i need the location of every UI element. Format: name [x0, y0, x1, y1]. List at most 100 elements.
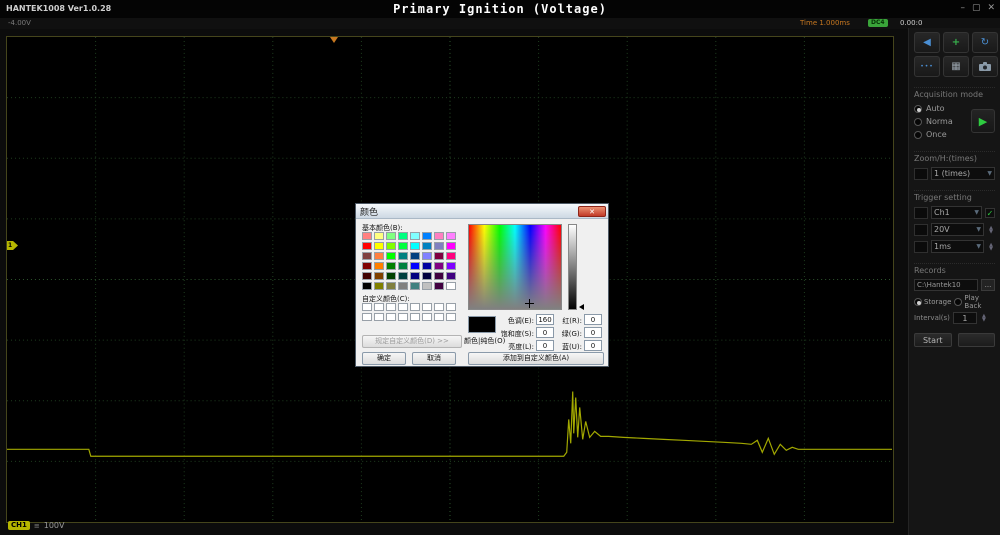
custom-color-swatch[interactable] [362, 313, 372, 321]
custom-color-swatch[interactable] [446, 303, 456, 311]
voltage-range-select[interactable]: 20V ▼ [931, 223, 984, 236]
acq-normal-radio[interactable]: Norma [914, 115, 971, 128]
green-input[interactable]: 0 [584, 327, 602, 338]
custom-color-swatch[interactable] [422, 303, 432, 311]
basic-color-swatch[interactable] [410, 262, 420, 270]
trigger-voltage-mini[interactable] [914, 224, 928, 236]
record-path-input[interactable]: C:\Hantek10 [914, 279, 978, 291]
voltage-spinner[interactable]: ▲▼ [987, 226, 995, 234]
basic-color-swatch[interactable] [410, 232, 420, 240]
ok-button[interactable]: 确定 [362, 352, 406, 365]
refresh-button[interactable]: ↻ [972, 32, 998, 53]
blue-input[interactable]: 0 [584, 340, 602, 351]
basic-color-swatch[interactable] [362, 232, 372, 240]
red-input[interactable]: 0 [584, 314, 602, 325]
screenshot-button[interactable] [972, 56, 998, 77]
basic-color-swatch[interactable] [386, 232, 396, 240]
luminance-slider[interactable] [568, 224, 577, 310]
basic-color-swatch[interactable] [410, 282, 420, 290]
zoom-select[interactable]: 1 (times) ▼ [931, 167, 995, 180]
basic-color-swatch[interactable] [446, 252, 456, 260]
add-custom-color-button[interactable]: 添加到自定义颜色(A) [468, 352, 604, 365]
custom-color-swatch[interactable] [446, 313, 456, 321]
basic-color-swatch[interactable] [386, 262, 396, 270]
dialog-close-button[interactable]: ✕ [578, 206, 606, 217]
basic-color-swatch[interactable] [422, 282, 432, 290]
basic-color-swatch[interactable] [374, 282, 384, 290]
basic-color-swatch[interactable] [362, 282, 372, 290]
basic-color-swatch[interactable] [386, 242, 396, 250]
record-secondary-button[interactable] [958, 333, 996, 347]
basic-color-swatch[interactable] [410, 242, 420, 250]
hue-saturation-field[interactable] [468, 224, 562, 310]
custom-color-swatch[interactable] [362, 303, 372, 311]
basic-color-swatch[interactable] [398, 252, 408, 260]
color-crosshair[interactable] [525, 299, 534, 308]
storage-radio[interactable]: Storage [914, 295, 951, 308]
basic-color-swatch[interactable] [434, 232, 444, 240]
basic-color-swatch[interactable] [398, 282, 408, 290]
custom-color-swatch[interactable] [434, 303, 444, 311]
basic-color-swatch[interactable] [362, 272, 372, 280]
custom-color-swatch[interactable] [422, 313, 432, 321]
custom-color-swatch[interactable] [398, 313, 408, 321]
basic-color-swatch[interactable] [374, 262, 384, 270]
basic-color-swatch[interactable] [410, 272, 420, 280]
run-acquisition-button[interactable]: ▶ [971, 109, 995, 133]
basic-color-swatch[interactable] [434, 272, 444, 280]
basic-color-swatch[interactable] [386, 272, 396, 280]
custom-color-swatch[interactable] [434, 313, 444, 321]
interval-input[interactable]: 1 [953, 312, 977, 324]
hue-input[interactable]: 160 [536, 314, 554, 325]
luminance-arrow[interactable] [579, 304, 584, 310]
basic-color-swatch[interactable] [434, 252, 444, 260]
dialog-titlebar[interactable]: 颜色 ✕ [356, 204, 608, 219]
browse-button[interactable]: ... [981, 279, 995, 291]
add-button[interactable]: + [943, 32, 969, 53]
playback-radio[interactable]: Play Back [954, 295, 995, 308]
custom-color-swatch[interactable] [410, 313, 420, 321]
basic-color-swatch[interactable] [410, 252, 420, 260]
basic-color-swatch[interactable] [398, 242, 408, 250]
back-button[interactable]: ◀ [914, 32, 940, 53]
basic-color-swatch[interactable] [422, 242, 432, 250]
trigger-position-marker[interactable] [330, 37, 338, 43]
basic-color-swatch[interactable] [446, 242, 456, 250]
custom-color-swatch[interactable] [374, 313, 384, 321]
basic-color-swatch[interactable] [398, 272, 408, 280]
zoom-mini-field[interactable] [914, 168, 928, 180]
custom-color-swatch[interactable] [386, 313, 396, 321]
trigger-enable-checkbox[interactable]: ✓ [985, 208, 995, 218]
basic-color-swatch[interactable] [446, 232, 456, 240]
maximize-button[interactable]: ▢ [972, 2, 981, 14]
basic-color-swatch[interactable] [446, 272, 456, 280]
basic-color-swatch[interactable] [362, 242, 372, 250]
basic-color-swatch[interactable] [362, 252, 372, 260]
custom-color-swatch[interactable] [410, 303, 420, 311]
basic-color-swatch[interactable] [374, 252, 384, 260]
basic-color-swatch[interactable] [434, 262, 444, 270]
basic-color-swatch[interactable] [422, 232, 432, 240]
basic-color-swatch[interactable] [374, 232, 384, 240]
channel1-info[interactable]: CH1 ≡ 100V [8, 521, 65, 530]
basic-color-swatch[interactable] [446, 262, 456, 270]
define-custom-colors-button[interactable]: 规定自定义颜色(D) >> [362, 335, 462, 348]
basic-color-swatch[interactable] [398, 262, 408, 270]
trigger-source-select[interactable]: Ch1 ▼ [931, 206, 982, 219]
saturation-input[interactable]: 0 [536, 327, 554, 338]
more-button[interactable]: ••• [914, 56, 940, 77]
minimize-button[interactable]: – [960, 2, 965, 14]
interval-spinner[interactable]: ▲▼ [980, 314, 988, 322]
channel1-badge[interactable]: CH1 [8, 521, 30, 530]
custom-color-swatch[interactable] [374, 303, 384, 311]
basic-color-swatch[interactable] [434, 242, 444, 250]
basic-color-swatch[interactable] [374, 272, 384, 280]
custom-color-swatch[interactable] [386, 303, 396, 311]
basic-color-swatch[interactable] [446, 282, 456, 290]
timebase-spinner[interactable]: ▲▼ [987, 243, 995, 251]
basic-color-swatch[interactable] [422, 262, 432, 270]
basic-color-swatch[interactable] [386, 252, 396, 260]
custom-color-swatch[interactable] [398, 303, 408, 311]
timebase-select[interactable]: 1ms ▼ [931, 240, 984, 253]
basic-color-swatch[interactable] [386, 282, 396, 290]
